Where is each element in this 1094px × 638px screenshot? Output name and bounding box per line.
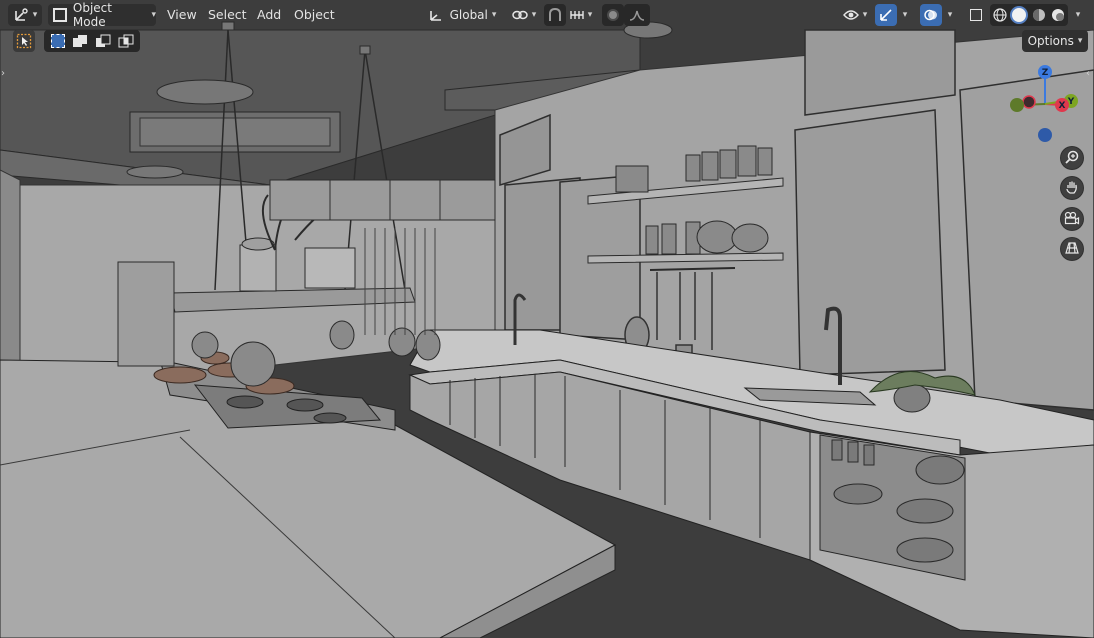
wireframe-shading-icon[interactable] — [993, 8, 1007, 22]
select-extend-icon[interactable] — [72, 34, 88, 48]
overlays-toggle[interactable] — [920, 4, 942, 26]
pan-button[interactable] — [1061, 177, 1083, 199]
camera-view-button[interactable] — [1061, 208, 1083, 230]
chevron-down-icon: ▾ — [947, 10, 953, 20]
options-menu[interactable]: Options ▾ — [1022, 30, 1088, 52]
select-intersect-icon[interactable] — [118, 34, 134, 48]
camera-view-icon — [1064, 210, 1080, 229]
pivot-point-menu[interactable]: ▾ — [509, 4, 539, 26]
proportional-edit-icon — [609, 11, 617, 19]
chevron-down-icon: ▾ — [151, 10, 156, 20]
hand-pan-icon — [1065, 179, 1079, 198]
select-new-icon[interactable] — [50, 34, 65, 48]
chevron-down-icon: ▾ — [32, 10, 38, 20]
mode-label: Object Mode — [72, 1, 112, 29]
chevron-down-icon: ▾ — [902, 10, 908, 20]
snapping-toggle[interactable] — [544, 4, 566, 26]
chevron-down-icon: ▾ — [1075, 10, 1081, 20]
rendered-shading-icon[interactable] — [1051, 8, 1065, 22]
xray-icon — [970, 9, 982, 21]
chevron-down-icon: ▾ — [587, 10, 593, 20]
falloff-curve-icon — [629, 9, 645, 21]
select-subtract-icon[interactable] — [95, 34, 111, 48]
zoom-icon — [1065, 149, 1079, 168]
visibility-menu[interactable]: ▾ — [838, 4, 872, 26]
menu-select[interactable]: Select — [204, 6, 251, 24]
select-box-icon — [16, 33, 32, 49]
snap-target-menu[interactable]: ▾ — [566, 4, 596, 26]
viewport-header: ▾ Object Mode ▾ View Select Add Object G… — [0, 0, 1094, 30]
gizmo-toggle[interactable] — [875, 4, 897, 26]
3d-viewport[interactable] — [0, 0, 1094, 638]
left-wall-cabinets — [269, 179, 496, 221]
eye-icon — [842, 9, 859, 21]
snap-increment-icon — [570, 9, 584, 21]
chevron-down-icon: ▾ — [531, 10, 537, 20]
ortho-toggle-button[interactable] — [1061, 238, 1083, 260]
shading-menu[interactable]: ▾ — [1070, 4, 1086, 26]
gizmo-neg-y — [1010, 98, 1024, 112]
wall-panel — [117, 261, 175, 367]
active-tool-button[interactable] — [13, 30, 35, 52]
menu-view[interactable]: View — [163, 6, 201, 24]
overlays-menu[interactable]: ▾ — [943, 4, 957, 26]
menu-add[interactable]: Add — [253, 6, 285, 24]
gizmo-x-label: X — [1059, 101, 1066, 111]
chevron-down-icon: ▾ — [1077, 36, 1083, 46]
orientation-icon — [428, 7, 444, 23]
window-mid-right — [794, 109, 946, 376]
xray-toggle[interactable] — [965, 4, 987, 26]
blender-window: ▾ Object Mode ▾ View Select Add Object G… — [0, 0, 1094, 638]
transform-orientation[interactable]: Global ▾ — [421, 4, 503, 26]
mode-selector[interactable]: Object Mode ▾ — [48, 1, 156, 29]
gizmo-menu[interactable]: ▾ — [898, 4, 912, 26]
editor-type-menu[interactable]: ▾ — [8, 4, 42, 26]
link-icon — [511, 9, 528, 21]
chevron-down-icon: ▾ — [862, 10, 868, 20]
transform-gizmo-icon — [13, 7, 29, 23]
material-preview-icon[interactable] — [1032, 8, 1046, 22]
magnet-icon — [548, 8, 562, 22]
overlays-icon — [924, 8, 938, 22]
falloff-menu[interactable] — [624, 4, 650, 26]
selection-mode-group — [44, 30, 140, 52]
options-label: Options — [1027, 34, 1074, 48]
zoom-button[interactable] — [1061, 147, 1083, 169]
gizmo-neg-x — [1022, 95, 1036, 109]
shading-mode-group — [990, 4, 1068, 26]
solid-shading-icon[interactable] — [1012, 8, 1027, 22]
gizmo-neg-z — [1038, 128, 1052, 142]
proportional-editing-toggle[interactable] — [602, 4, 624, 26]
object-mode-icon — [53, 8, 67, 22]
navigation-gizmo[interactable]: Y X Z — [1005, 62, 1091, 148]
gizmo-z-label: Z — [1042, 68, 1049, 78]
menu-object[interactable]: Object — [290, 6, 339, 24]
gizmo-icon — [879, 8, 893, 22]
chevron-down-icon: ▾ — [491, 10, 497, 20]
orientation-label: Global — [449, 8, 488, 22]
toolbar-expand-icon[interactable]: › — [1, 68, 5, 79]
ortho-grid-icon — [1065, 240, 1079, 259]
